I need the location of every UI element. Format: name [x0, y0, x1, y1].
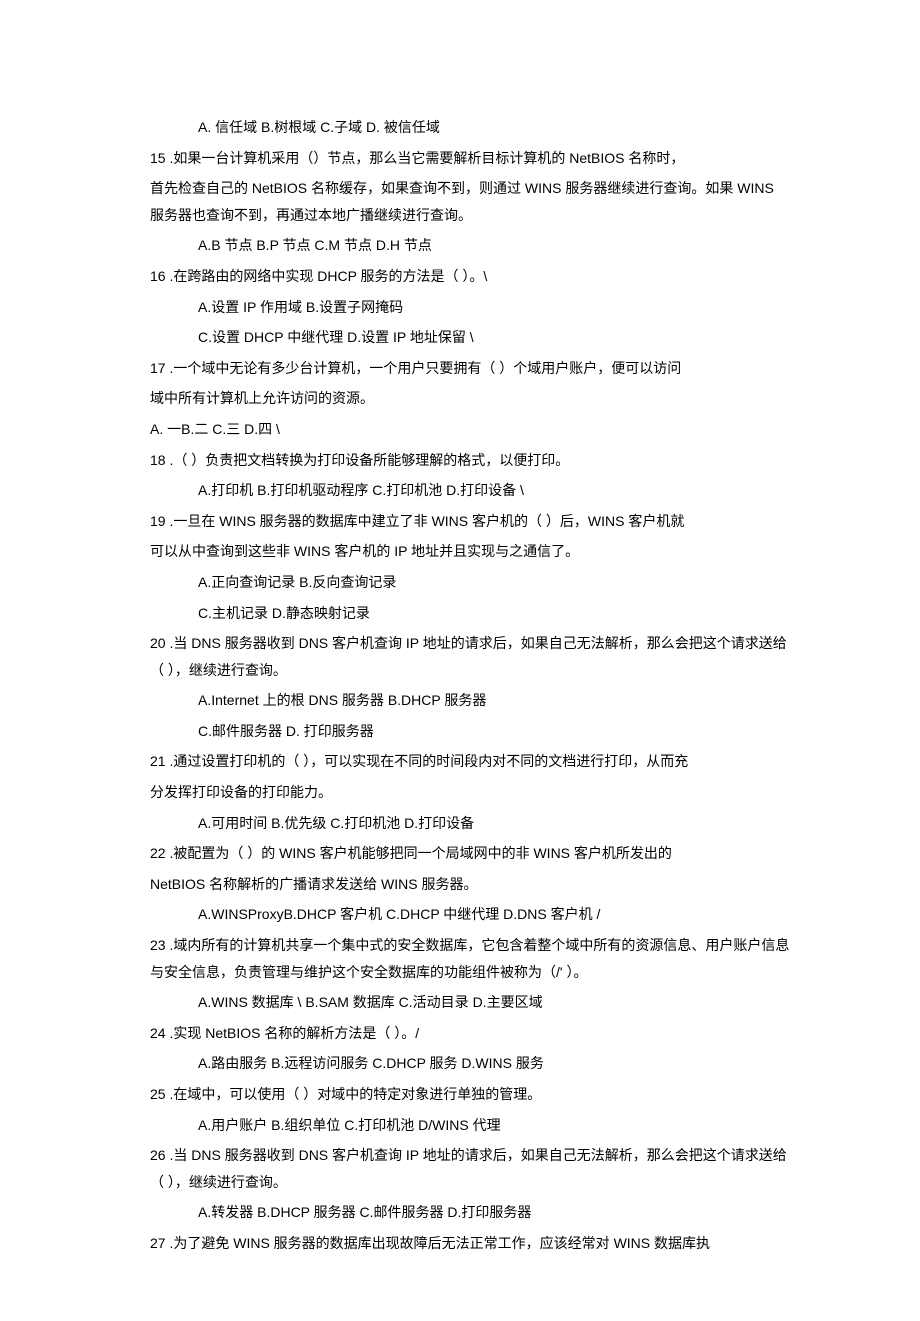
text-line: 16 .在跨路由的网络中实现 DHCP 服务的方法是（ ）。\	[150, 263, 790, 290]
text-line: A.可用时间 B.优先级 C.打印机池 D.打印设备	[150, 810, 790, 837]
text-line: A.Internet 上的根 DNS 服务器 B.DHCP 服务器	[150, 687, 790, 714]
text-line: 可以从中查询到这些非 WINS 客户机的 IP 地址并且实现与之通信了。	[150, 538, 790, 565]
text-line: A.打印机 B.打印机驱动程序 C.打印机池 D.打印设备 \	[150, 477, 790, 504]
text-line: 首先检查自己的 NetBIOS 名称缓存，如果查询不到，则通过 WINS 服务器…	[150, 175, 790, 228]
text-line: 20 .当 DNS 服务器收到 DNS 客户机查询 IP 地址的请求后，如果自己…	[150, 630, 790, 683]
text-line: A.WINSProxyB.DHCP 客户机 C.DHCP 中继代理 D.DNS …	[150, 901, 790, 928]
text-line: 18 .（ ）负责把文档转换为打印设备所能够理解的格式，以便打印。	[150, 447, 790, 474]
text-line: A.B 节点 B.P 节点 C.M 节点 D.H 节点	[150, 232, 790, 259]
text-line: C.邮件服务器 D. 打印服务器	[150, 718, 790, 745]
text-line: 26 .当 DNS 服务器收到 DNS 客户机查询 IP 地址的请求后，如果自己…	[150, 1142, 790, 1195]
text-line: A.正向查询记录 B.反向查询记录	[150, 569, 790, 596]
text-line: 分发挥打印设备的打印能力。	[150, 779, 790, 806]
text-line: A.WINS 数据库 \ B.SAM 数据库 C.活动目录 D.主要区域	[150, 989, 790, 1016]
text-line: A. 一B.二 C.三 D.四 \	[150, 416, 790, 443]
text-line: 15 .如果一台计算机采用（）节点，那么当它需要解析目标计算机的 NetBIOS…	[150, 145, 790, 172]
text-line: A.用户账户 B.组织单位 C.打印机池 D/WINS 代理	[150, 1112, 790, 1139]
text-line: 域中所有计算机上允许访问的资源。	[150, 385, 790, 412]
text-line: C.设置 DHCP 中继代理 D.设置 IP 地址保留 \	[150, 324, 790, 351]
text-line: 23 .域内所有的计算机共享一个集中式的安全数据库，它包含着整个域中所有的资源信…	[150, 932, 790, 985]
text-line: A. 信任域 B.树根域 C.子域 D. 被信任域	[150, 114, 790, 141]
text-line: 25 .在域中，可以使用（ ）对域中的特定对象进行单独的管理。	[150, 1081, 790, 1108]
text-line: C.主机记录 D.静态映射记录	[150, 600, 790, 627]
text-line: NetBIOS 名称解析的广播请求发送给 WINS 服务器。	[150, 871, 790, 898]
text-line: A.转发器 B.DHCP 服务器 C.邮件服务器 D.打印服务器	[150, 1199, 790, 1226]
text-line: 27 .为了避免 WINS 服务器的数据库出现故障后无法正常工作，应该经常对 W…	[150, 1230, 790, 1257]
text-line: 22 .被配置为（ ）的 WINS 客户机能够把同一个局域网中的非 WINS 客…	[150, 840, 790, 867]
text-line: 24 .实现 NetBIOS 名称的解析方法是（ ）。/	[150, 1020, 790, 1047]
text-line: 19 .一旦在 WINS 服务器的数据库中建立了非 WINS 客户机的（ ）后，…	[150, 508, 790, 535]
text-line: A.设置 IP 作用域 B.设置子网掩码	[150, 294, 790, 321]
text-line: 17 .一个域中无论有多少台计算机，一个用户只要拥有（ ）个域用户账户，便可以访…	[150, 355, 790, 382]
document-page: A. 信任域 B.树根域 C.子域 D. 被信任域 15 .如果一台计算机采用（）…	[0, 0, 920, 1321]
text-line: A.路由服务 B.远程访问服务 C.DHCP 服务 D.WINS 服务	[150, 1050, 790, 1077]
text-line: 21 .通过设置打印机的（ ），可以实现在不同的时间段内对不同的文档进行打印，从…	[150, 748, 790, 775]
